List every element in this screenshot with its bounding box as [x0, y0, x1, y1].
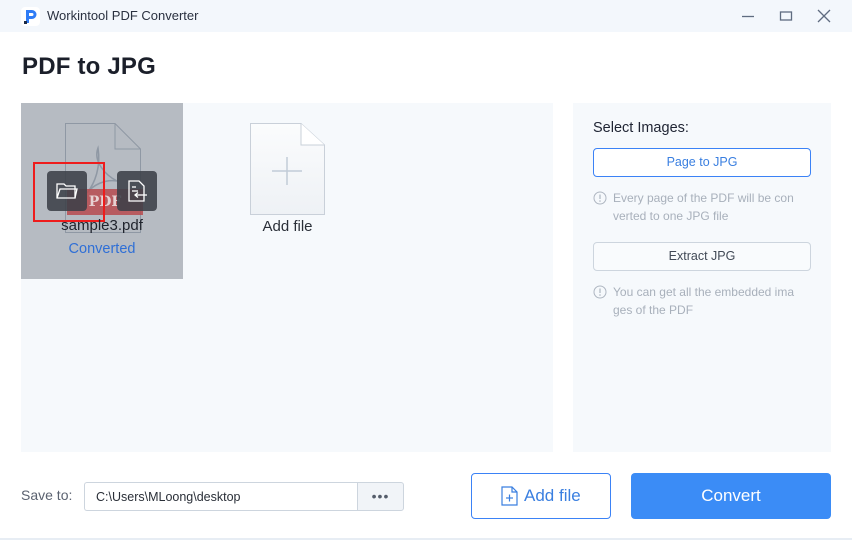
page-to-jpg-hint: Every page of the PDF will be con verted…	[593, 189, 813, 225]
app-logo-icon	[21, 7, 40, 26]
file-status: Converted	[68, 241, 136, 257]
save-to-label: Save to:	[21, 487, 73, 503]
extract-jpg-button[interactable]: Extract JPG	[593, 242, 811, 271]
close-icon	[817, 9, 831, 23]
close-button[interactable]	[813, 6, 835, 26]
hint-text: You can get all the embedded ima ges of …	[613, 285, 795, 317]
file-card[interactable]: PDF sample3.pdf Converted	[21, 103, 183, 279]
add-file-button[interactable]: Add file	[471, 473, 611, 519]
save-path-input[interactable]	[84, 482, 358, 511]
options-panel: Select Images: Page to JPG Every page of…	[573, 103, 831, 452]
info-icon	[593, 285, 607, 299]
more-icon: •••	[371, 488, 390, 504]
file-drop-area[interactable]: PDF sample3.pdf Converted Add file	[21, 103, 553, 452]
add-file-icon	[501, 486, 518, 506]
add-document-icon	[250, 123, 325, 215]
browse-button[interactable]: •••	[357, 482, 404, 511]
maximize-icon	[779, 11, 793, 21]
replace-file-button[interactable]	[117, 171, 157, 211]
replace-file-icon	[128, 180, 147, 202]
add-file-tile-label: Add file	[262, 218, 313, 235]
select-images-label: Select Images:	[593, 120, 689, 136]
page-to-jpg-button[interactable]: Page to JPG	[593, 148, 811, 177]
page-title: PDF to JPG	[22, 53, 157, 80]
minimize-icon	[742, 15, 754, 18]
hint-text: Every page of the PDF will be con verted…	[613, 191, 794, 223]
convert-button[interactable]: Convert	[631, 473, 831, 519]
minimize-button[interactable]	[737, 6, 759, 26]
add-file-tile[interactable]: Add file	[250, 123, 325, 253]
maximize-button[interactable]	[775, 6, 797, 26]
file-name: sample3.pdf	[61, 217, 143, 234]
open-folder-button[interactable]	[47, 171, 87, 211]
title-bar: Workintool PDF Converter	[0, 0, 852, 32]
add-file-button-label: Add file	[524, 486, 581, 505]
extract-jpg-hint: You can get all the embedded ima ges of …	[593, 283, 813, 319]
app-title: Workintool PDF Converter	[47, 8, 199, 23]
open-folder-icon	[56, 183, 78, 199]
info-icon	[593, 191, 607, 205]
